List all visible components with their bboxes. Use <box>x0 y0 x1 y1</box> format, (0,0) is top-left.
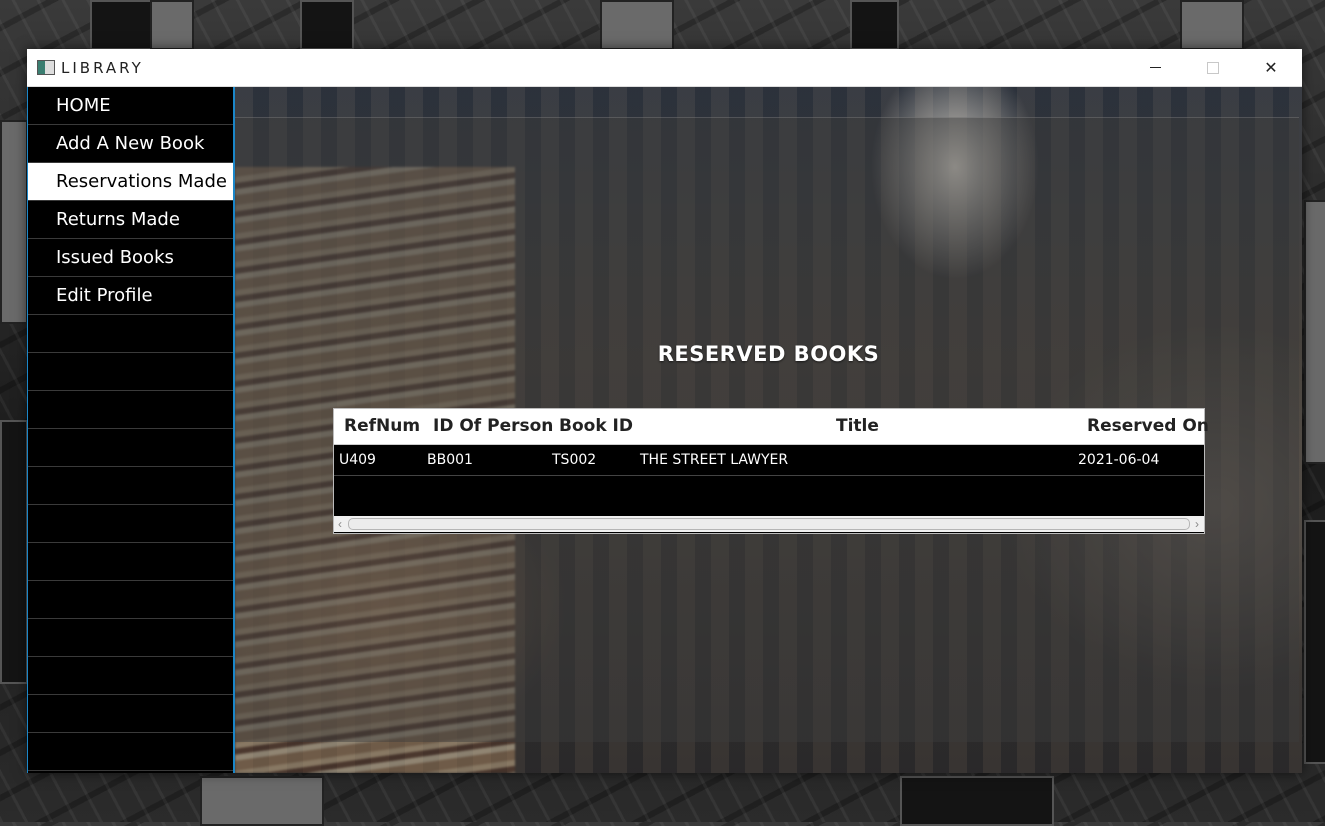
horizontal-scrollbar[interactable]: ‹ › <box>334 516 1204 532</box>
background-building <box>1180 0 1244 50</box>
minimize-icon <box>1149 67 1161 68</box>
background-building <box>900 776 1054 826</box>
sidebar-item-returns-made[interactable]: Returns Made <box>28 201 233 239</box>
cell-refnum: U409 <box>339 452 376 468</box>
table-header: RefNum ID Of Person Book ID Title Reserv… <box>334 409 1209 445</box>
sidebar-empty-slot <box>28 543 233 581</box>
sidebar-empty-slot <box>28 467 233 505</box>
cell-title: THE STREET LAWYER <box>640 452 789 468</box>
background-building <box>600 0 674 50</box>
background-building <box>1304 200 1325 464</box>
sidebar-empty-slot <box>28 733 233 771</box>
scroll-left-icon[interactable]: ‹ <box>334 516 346 532</box>
close-icon: ✕ <box>1264 58 1278 77</box>
sidebar-item-issued-books[interactable]: Issued Books <box>28 239 233 277</box>
scrollbar-thumb[interactable] <box>348 518 1190 530</box>
background-building <box>150 0 194 50</box>
sidebar: HOME Add A New Book Reservations Made Re… <box>27 87 235 773</box>
background-building <box>90 0 154 50</box>
sidebar-empty-slot <box>28 391 233 429</box>
app-window-icon <box>37 60 55 75</box>
app-window: LIBRARY ✕ HOME Add A New Book Reservatio… <box>27 49 1302 773</box>
background-building <box>850 0 899 50</box>
maximize-icon <box>1207 61 1219 74</box>
sidebar-item-home[interactable]: HOME <box>28 87 233 125</box>
maximize-button[interactable] <box>1184 49 1242 86</box>
minimize-button[interactable] <box>1126 49 1184 86</box>
title-bar[interactable]: LIBRARY ✕ <box>27 49 1302 87</box>
column-header-refnum[interactable]: RefNum <box>344 409 420 444</box>
table-row[interactable]: U409 BB001 TS002 THE STREET LAWYER 2021-… <box>334 445 1204 476</box>
column-header-person-id[interactable]: ID Of Person <box>433 409 553 444</box>
sidebar-item-reservations-made[interactable]: Reservations Made <box>28 163 233 201</box>
sidebar-empty-slot <box>28 581 233 619</box>
column-header-book-id[interactable]: Book ID <box>559 409 633 444</box>
column-header-title[interactable]: Title <box>836 409 879 444</box>
sidebar-empty-slot <box>28 657 233 695</box>
column-header-reserved-on[interactable]: Reserved On <box>1087 409 1209 444</box>
sidebar-empty-slot <box>28 505 233 543</box>
cell-person-id: BB001 <box>427 452 473 468</box>
cell-book-id: TS002 <box>552 452 597 468</box>
background-building <box>200 776 324 826</box>
sidebar-empty-slot <box>28 315 233 353</box>
sidebar-item-edit-profile[interactable]: Edit Profile <box>28 277 233 315</box>
background-building <box>300 0 354 50</box>
sidebar-empty-slot <box>28 695 233 733</box>
background-building <box>0 120 28 324</box>
sidebar-empty-slot <box>28 353 233 391</box>
main-content: RESERVED BOOKS RefNum ID Of Person Book … <box>235 87 1302 773</box>
background-building <box>1304 520 1325 764</box>
window-title: LIBRARY <box>61 59 144 77</box>
scroll-right-icon[interactable]: › <box>1191 516 1203 532</box>
cell-reserved-on: 2021-06-04 <box>1078 452 1160 468</box>
sidebar-empty-slot <box>28 429 233 467</box>
reservations-table[interactable]: RefNum ID Of Person Book ID Title Reserv… <box>333 408 1209 534</box>
close-button[interactable]: ✕ <box>1242 49 1300 86</box>
sidebar-empty-slot <box>28 619 233 657</box>
page-title: RESERVED BOOKS <box>657 342 880 366</box>
background-building <box>0 420 28 684</box>
sidebar-item-add-new-book[interactable]: Add A New Book <box>28 125 233 163</box>
